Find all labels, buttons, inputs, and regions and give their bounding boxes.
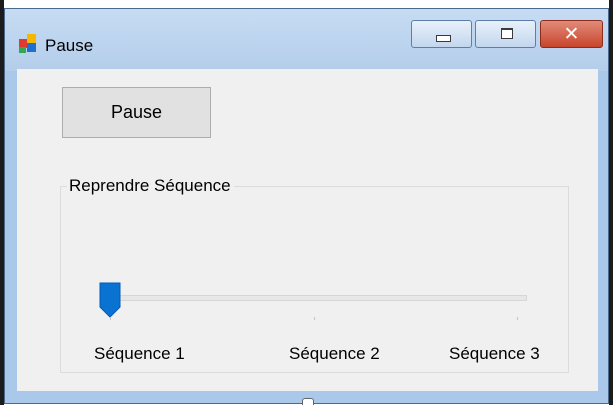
tick-label-sequence-2: Séquence 2 <box>289 344 380 363</box>
slider-thumb[interactable] <box>99 282 121 318</box>
minimize-button[interactable] <box>411 20 472 48</box>
title-bar[interactable]: Pause ✕ <box>5 9 608 71</box>
tick-label-sequence-3: Séquence 3 <box>449 344 540 363</box>
group-title: Reprendre Séquence <box>67 176 234 196</box>
maximize-icon <box>501 28 513 39</box>
close-icon: ✕ <box>563 23 580 45</box>
app-icon <box>19 34 39 54</box>
slider-tick-1 <box>110 317 111 320</box>
pause-button[interactable]: Pause <box>62 87 211 138</box>
resize-grip[interactable] <box>302 398 314 405</box>
minimize-icon <box>436 35 451 42</box>
pause-window: Pause ✕ Pause Reprendre Séquence Séquenc… <box>4 8 609 404</box>
client-area: Pause Reprendre Séquence Séquence 1 Séqu… <box>17 69 598 391</box>
slider-track[interactable] <box>101 295 527 301</box>
tick-label-sequence-1: Séquence 1 <box>94 344 185 363</box>
slider-tick-2 <box>314 317 315 320</box>
maximize-button[interactable] <box>475 20 536 48</box>
window-title: Pause <box>45 36 94 55</box>
slider-tick-3 <box>517 317 518 320</box>
close-button[interactable]: ✕ <box>540 20 603 48</box>
screen-edge-right <box>609 0 613 405</box>
